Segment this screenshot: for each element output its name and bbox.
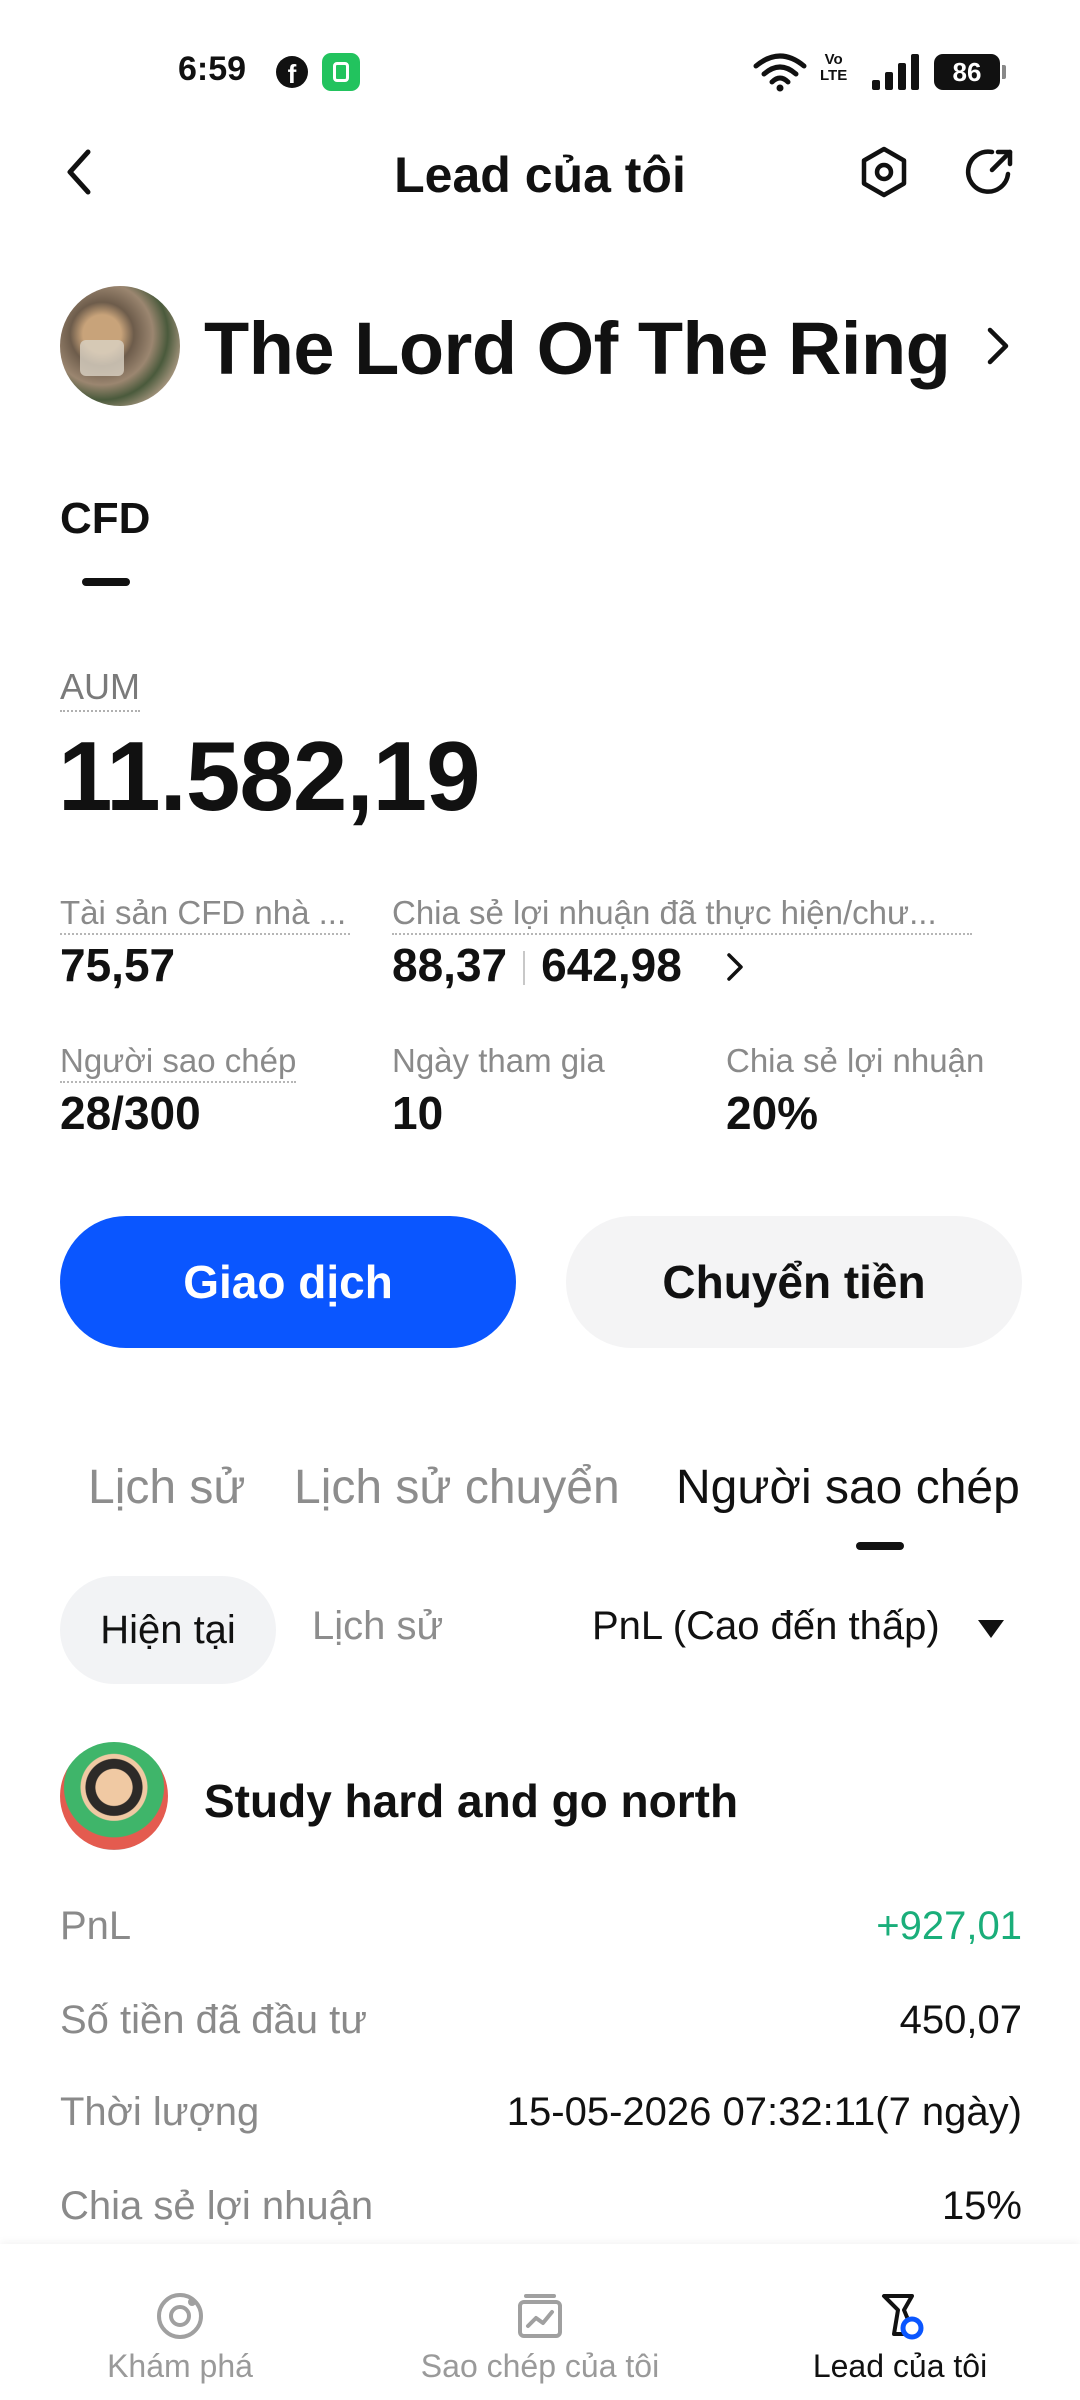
- lead-name[interactable]: The Lord Of The Ring: [204, 306, 951, 391]
- wifi-icon: [753, 53, 807, 92]
- explore-icon: [157, 2293, 203, 2339]
- status-time: 6:59: [178, 50, 247, 88]
- follower-avatar[interactable]: [60, 1742, 168, 1850]
- app-notification-icon: [322, 53, 360, 91]
- invested-value: 450,07: [899, 1998, 1022, 2042]
- profit-share-label[interactable]: Chia sẻ lợi nhuận đã thực hiện/chư...: [392, 894, 972, 935]
- nav-my-lead[interactable]: Lead của tôi: [720, 2244, 1080, 2400]
- facebook-icon: f: [276, 56, 308, 88]
- aum-label[interactable]: AUM: [60, 666, 140, 712]
- join-days-label: Ngày tham gia: [392, 1042, 605, 1079]
- tab-copiers[interactable]: Người sao chép: [676, 1460, 1020, 1515]
- nav-my-copies[interactable]: Sao chép của tôi: [360, 2244, 720, 2400]
- bottom-nav: Khám phá Sao chép của tôi Lead của tôi: [0, 2244, 1080, 2400]
- nav-my-lead-label: Lead của tôi: [812, 2348, 988, 2384]
- cfd-assets-value: 75,57: [60, 939, 176, 991]
- cfd-assets-label[interactable]: Tài sản CFD nhà ...: [60, 894, 350, 935]
- nav-my-copies-label: Sao chép của tôi: [420, 2348, 660, 2384]
- tab-transfer-history[interactable]: Lịch sử chuyển: [294, 1460, 620, 1515]
- pnl-value: +927,01: [876, 1904, 1022, 1948]
- filter-current-pill[interactable]: Hiện tại: [60, 1576, 276, 1684]
- copy-chart-icon: [518, 2294, 562, 2338]
- profit-share-rate-label: Chia sẻ lợi nhuận: [726, 1042, 985, 1079]
- tab-indicator: [856, 1542, 904, 1550]
- duration-value: 15-05-2026 07:32:11(7 ngày): [506, 2090, 1022, 2134]
- duration-label: Thời lượng: [60, 2090, 260, 2134]
- invested-label: Số tiền đã đầu tư: [60, 1998, 367, 2042]
- chevron-right-icon[interactable]: [724, 950, 746, 984]
- profit-share-rate-value: 20%: [726, 1087, 819, 1139]
- page-title: Lead của tôi: [394, 147, 686, 203]
- transfer-button[interactable]: Chuyển tiền: [566, 1216, 1022, 1348]
- nav-explore-label: Khám phá: [107, 2348, 253, 2384]
- tab-history[interactable]: Lịch sử: [88, 1460, 246, 1515]
- lead-avatar[interactable]: [60, 286, 180, 406]
- follower-profit-share-label: Chia sẻ lợi nhuận: [60, 2184, 374, 2228]
- tab-indicator: [82, 578, 130, 586]
- join-days-value: 10: [392, 1087, 444, 1139]
- follower-name[interactable]: Study hard and go north: [204, 1774, 738, 1828]
- profit-share-values[interactable]: 88,37 642,98: [392, 938, 682, 992]
- caret-down-icon[interactable]: [978, 1620, 1004, 1638]
- volte-icon: Vo LTE: [820, 51, 848, 84]
- copiers-value: 28/300: [60, 1087, 201, 1139]
- lead-icon: [882, 2294, 924, 2340]
- settings-hexagon-icon[interactable]: [856, 144, 912, 200]
- follower-profit-share-value: 15%: [941, 2184, 1022, 2228]
- divider: [523, 951, 526, 985]
- sort-dropdown[interactable]: PnL (Cao đến thấp): [592, 1604, 940, 1649]
- battery-icon: 86: [934, 54, 1006, 90]
- copiers-label[interactable]: Người sao chép: [60, 1042, 297, 1083]
- chevron-right-icon[interactable]: [982, 322, 1014, 370]
- nav-explore[interactable]: Khám phá: [0, 2244, 360, 2400]
- tab-cfd[interactable]: CFD: [60, 494, 150, 544]
- realized-profit-value: 88,37: [392, 939, 508, 991]
- unrealized-profit-value: 642,98: [541, 939, 682, 991]
- trade-button[interactable]: Giao dịch: [60, 1216, 516, 1348]
- pnl-label: PnL: [60, 1904, 132, 1948]
- share-icon[interactable]: [962, 144, 1018, 200]
- filter-history[interactable]: Lịch sử: [312, 1604, 443, 1649]
- aum-value: 11.582,19: [58, 721, 481, 831]
- signal-icon: [872, 54, 919, 90]
